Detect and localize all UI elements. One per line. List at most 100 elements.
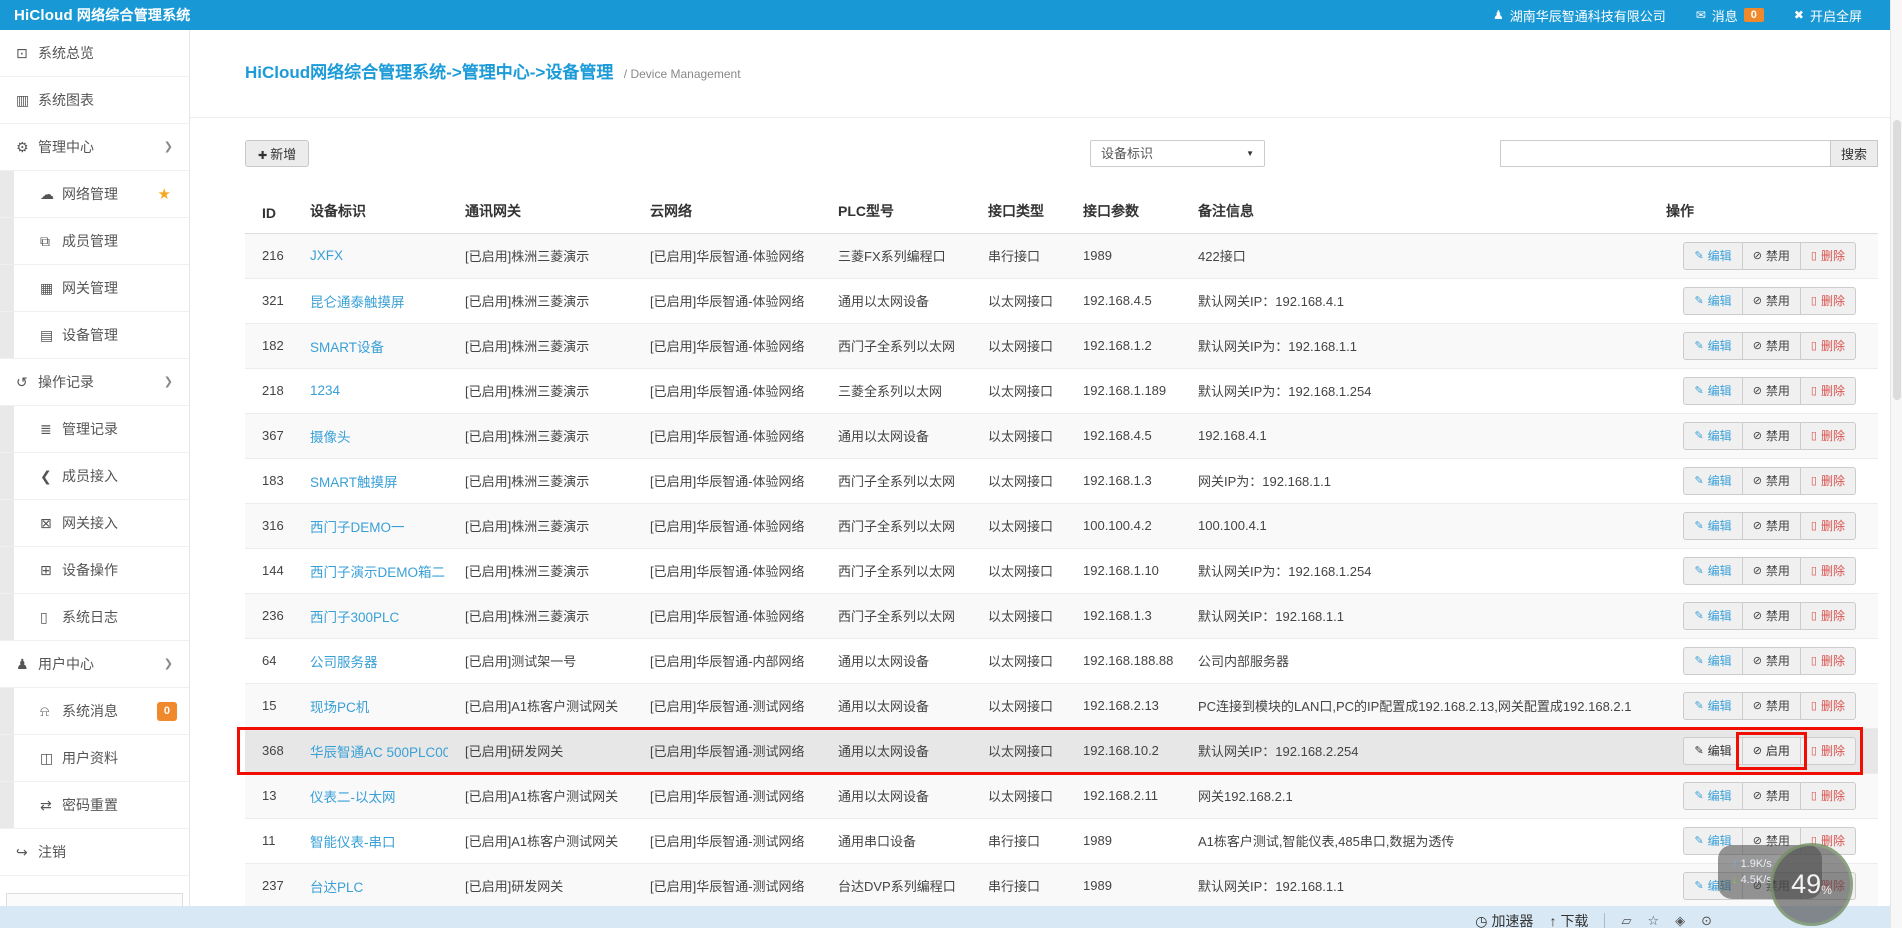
delete-button[interactable]: ▯删除 (1799, 781, 1856, 810)
edit-button[interactable]: ✎编辑 (1683, 646, 1743, 675)
disable-button[interactable]: ⊘禁用 (1741, 376, 1801, 405)
fullscreen-button[interactable]: ✖ 开启全屏 (1794, 6, 1862, 25)
company-account[interactable]: ♟ 湖南华辰智通科技有限公司 (1493, 6, 1666, 25)
edit-button[interactable]: ✎编辑 (1683, 511, 1743, 540)
filter-field-select[interactable]: 设备标识 ▼ (1090, 140, 1265, 167)
device-name-link[interactable]: 台达PLC (310, 880, 363, 895)
sidebar-item-member-management[interactable]: ⧉ 成员管理 (0, 218, 189, 265)
disable-button[interactable]: ⊘禁用 (1741, 556, 1801, 585)
sidebar-item-management-center[interactable]: ⚙ 管理中心 ❯ (0, 124, 189, 171)
disable-button[interactable]: ⊘禁用 (1741, 241, 1801, 270)
ban-icon: ⊘ (1752, 610, 1762, 622)
sidebar-item-user-center[interactable]: ♟ 用户中心 ❯ (0, 641, 189, 688)
cell-cloud-network: [已启用]华辰智通-体验网络 (633, 233, 821, 278)
sidebar-item-system-messages[interactable]: ⍾ 系统消息 0 (0, 688, 189, 735)
history-icon: ↺ (16, 374, 28, 390)
enable-button[interactable]: ⊘ 启用 (1741, 736, 1801, 765)
edit-button[interactable]: ✎编辑 (1683, 421, 1743, 450)
sidebar-item-system-overview[interactable]: ⊡ 系统总览 (0, 30, 189, 77)
edit-button[interactable]: ✎编辑 (1683, 241, 1743, 270)
device-name-link[interactable]: 智能仪表-串口 (310, 835, 396, 850)
cell-remark: 默认网关IP为：192.168.1.254 (1198, 564, 1372, 579)
edit-button[interactable]: ✎编辑 (1683, 601, 1743, 630)
search-button[interactable]: 搜索 (1830, 140, 1878, 167)
edit-button[interactable]: ✎编辑 (1683, 556, 1743, 585)
delete-button[interactable]: ▯删除 (1799, 556, 1856, 585)
disable-button[interactable]: ⊘禁用 (1741, 691, 1801, 720)
sidebar-item-member-access[interactable]: ❮ 成员接入 (0, 453, 189, 500)
bottombar-accelerator-button[interactable]: ◷ 加速器 (1475, 911, 1533, 928)
bottombar-download-button[interactable]: ↑ 下载 (1549, 911, 1588, 928)
device-name-link[interactable]: 现场PC机 (310, 700, 369, 715)
table-row: 64 公司服务器 [已启用]测试架一号 [已启用]华辰智通-内部网络 通用以太网设备 以太… (245, 638, 1878, 683)
device-name-link[interactable]: 西门子演示DEMO箱二 (310, 565, 445, 580)
device-name-link[interactable]: 华辰智通AC 500PLC001 (310, 745, 448, 760)
device-name-link[interactable]: 昆仑通泰触摸屏 (310, 295, 405, 310)
delete-button[interactable]: ▯删除 (1799, 511, 1856, 540)
edit-button[interactable]: ✎编辑 (1683, 376, 1743, 405)
device-name-link[interactable]: 西门子DEMO一 (310, 520, 405, 535)
cell-interface-param: 1989 (1083, 833, 1112, 848)
device-name-link[interactable]: SMART设备 (310, 340, 384, 355)
sidebar-item-system-logs[interactable]: ▯ 系统日志 (0, 594, 189, 641)
disable-button[interactable]: ⊘禁用 (1741, 781, 1801, 810)
sidebar-item-network-management[interactable]: ☁ 网络管理 ★ (0, 171, 189, 218)
sidebar-item-device-operations[interactable]: ⊞ 设备操作 (0, 547, 189, 594)
search-input[interactable] (1500, 140, 1830, 167)
edit-button[interactable]: ✎编辑 (1683, 466, 1743, 495)
bottombar-icon[interactable]: ▱ (1621, 913, 1631, 928)
edit-button[interactable]: ✎编辑 (1683, 691, 1743, 720)
sidebar-item-user-profile[interactable]: ◫ 用户资料 (0, 735, 189, 782)
sidebar-item-device-management[interactable]: ▤ 设备管理 (0, 312, 189, 359)
sidebar-item-password-reset[interactable]: ⇄ 密码重置 (0, 782, 189, 829)
edit-button[interactable]: ✎编辑 (1683, 331, 1743, 360)
device-name-link[interactable]: 公司服务器 (310, 655, 378, 670)
delete-button[interactable]: ▯删除 (1799, 691, 1856, 720)
sidebar-item-management-records[interactable]: ≣ 管理记录 (0, 406, 189, 453)
device-name-link[interactable]: 仪表二-以太网 (310, 790, 396, 805)
disable-button[interactable]: ⊘禁用 (1741, 511, 1801, 540)
percentage-overlay[interactable]: 49 % (1770, 843, 1853, 926)
device-name-link[interactable]: 西门子300PLC (310, 610, 399, 625)
edit-button[interactable]: ✎编辑 (1683, 286, 1743, 315)
disable-button[interactable]: ⊘禁用 (1741, 601, 1801, 630)
device-name-link[interactable]: SMART触摸屏 (310, 475, 398, 490)
delete-button[interactable]: ▯删除 (1799, 736, 1856, 765)
delete-button[interactable]: ▯删除 (1799, 646, 1856, 675)
disable-button[interactable]: ⊘禁用 (1741, 646, 1801, 675)
device-name-link[interactable]: 1234 (310, 383, 340, 398)
device-name-link[interactable]: JXFX (310, 248, 343, 263)
sidebar-item-operation-records[interactable]: ↺ 操作记录 ❯ (0, 359, 189, 406)
delete-button[interactable]: ▯删除 (1799, 241, 1856, 270)
bottombar-icon[interactable]: ☆ (1647, 913, 1659, 928)
sidebar-item-system-charts[interactable]: ▥ 系统图表 (0, 77, 189, 124)
bottombar-icon[interactable]: ⊙ (1701, 913, 1712, 928)
delete-button[interactable]: ▯删除 (1799, 466, 1856, 495)
disable-button[interactable]: ⊘禁用 (1741, 421, 1801, 450)
disable-button[interactable]: ⊘禁用 (1741, 466, 1801, 495)
cell-gateway: [已启用]测试架一号 (465, 654, 577, 669)
scrollbar-thumb[interactable] (1893, 120, 1901, 400)
disable-button[interactable]: ⊘禁用 (1741, 286, 1801, 315)
delete-button[interactable]: ▯删除 (1799, 286, 1856, 315)
add-device-button[interactable]: ✚ 新增 (245, 140, 310, 167)
delete-button[interactable]: ▯删除 (1799, 331, 1856, 360)
device-name-link[interactable]: 摄像头 (310, 430, 351, 445)
sidebar-item-label: 管理记录 (62, 421, 118, 437)
disable-button[interactable]: ⊘禁用 (1741, 331, 1801, 360)
sidebar-item-gateway-management[interactable]: ▦ 网关管理 (0, 265, 189, 312)
sidebar-item-label: 成员管理 (62, 233, 118, 249)
bottombar-icon[interactable]: ◈ (1675, 913, 1685, 928)
messages-button[interactable]: ✉ 消息 0 (1696, 6, 1764, 25)
scrollbar[interactable] (1890, 0, 1902, 928)
sidebar-item-gateway-access[interactable]: ⊠ 网关接入 (0, 500, 189, 547)
favorite-star-icon[interactable]: ★ (158, 171, 171, 218)
delete-button[interactable]: ▯删除 (1799, 601, 1856, 630)
delete-button[interactable]: ▯删除 (1799, 376, 1856, 405)
sidebar-item-logout[interactable]: ↪ 注销 (0, 829, 189, 876)
edit-button[interactable]: ✎编辑 (1683, 781, 1743, 810)
column-header: 设备标识 (293, 195, 448, 234)
cell-plc-model: 通用以太网设备 (821, 773, 971, 818)
delete-button[interactable]: ▯删除 (1799, 421, 1856, 450)
edit-button[interactable]: ✎编辑 (1683, 736, 1743, 765)
